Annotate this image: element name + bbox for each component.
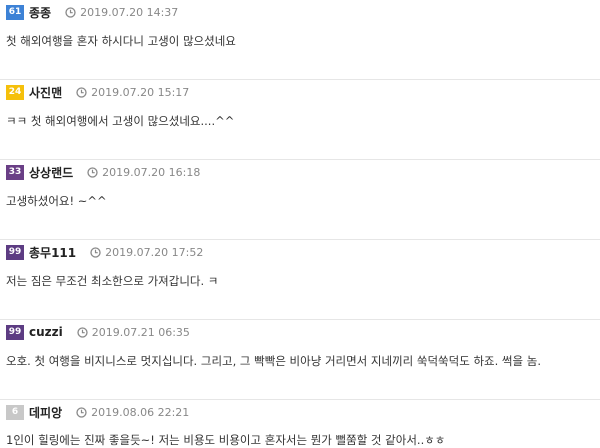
comment-date: 2019.07.20 16:18 [102, 165, 201, 179]
comment-text: 저는 짐은 무조건 최소한으로 가져갑니다. ㅋ [6, 274, 219, 288]
comment-date: 2019.07.20 17:52 [105, 245, 204, 259]
comment-list: 61 종종 2019.07.20 14:37 첫 해외여행을 혼자 하시다니 고… [0, 0, 600, 447]
nickname[interactable]: cuzzi [29, 325, 63, 339]
comment-text: 오호. 첫 여행을 비지니스로 멋지십니다. 그리고, 그 빡빡은 비아냥 거리… [6, 354, 541, 368]
nickname[interactable]: 종종 [29, 4, 51, 21]
level-badge: 24 [6, 84, 24, 100]
comment-item: 33 상상랜드 2019.07.20 16:18 고생하셨어요! ~^^ [0, 160, 600, 240]
nickname[interactable]: 상상랜드 [29, 164, 73, 181]
comment-text: 고생하셨어요! ~^^ [6, 194, 107, 208]
comment-date: 2019.07.20 15:17 [91, 85, 190, 99]
level-badge: 33 [6, 164, 24, 180]
clock-icon [90, 246, 101, 258]
comment-date: 2019.07.21 06:35 [91, 325, 190, 339]
comment-date: 2019.07.20 14:37 [80, 5, 179, 19]
nickname[interactable]: 사진맨 [29, 84, 62, 101]
comment-meta: 33 상상랜드 2019.07.20 16:18 [6, 164, 200, 180]
comment-text: ㅋㅋ 첫 해외여행에서 고생이 많으셨네요....^^ [6, 114, 235, 128]
comment-meta: 99 총무111 2019.07.20 17:52 [6, 244, 203, 260]
level-badge: 99 [6, 324, 24, 340]
comment-text: 1인이 힐링에는 진짜 좋을듯~! 저는 비용도 비용이고 혼자서는 뭔가 뻘쭘… [6, 433, 446, 447]
comment-item: 61 종종 2019.07.20 14:37 첫 해외여행을 혼자 하시다니 고… [0, 0, 600, 80]
nickname[interactable]: 데피앙 [29, 404, 62, 421]
nickname[interactable]: 총무111 [29, 244, 76, 261]
comment-meta: 61 종종 2019.07.20 14:37 [6, 4, 178, 20]
comment-meta: 24 사진맨 2019.07.20 15:17 [6, 84, 189, 100]
comment-item: 6 데피앙 2019.08.06 22:21 1인이 힐링에는 진짜 좋을듯~!… [0, 400, 600, 447]
clock-icon [77, 326, 88, 338]
level-badge: 99 [6, 244, 24, 260]
level-badge: 61 [6, 4, 24, 20]
clock-icon [87, 166, 98, 178]
clock-icon [76, 86, 87, 98]
comment-meta: 99 cuzzi 2019.07.21 06:35 [6, 324, 190, 340]
comment-item: 99 cuzzi 2019.07.21 06:35 오호. 첫 여행을 비지니스… [0, 320, 600, 400]
comment-meta: 6 데피앙 2019.08.06 22:21 [6, 404, 189, 420]
comment-item: 24 사진맨 2019.07.20 15:17 ㅋㅋ 첫 해외여행에서 고생이 … [0, 80, 600, 160]
clock-icon [65, 6, 76, 18]
clock-icon [76, 406, 87, 418]
comment-date: 2019.08.06 22:21 [91, 405, 190, 419]
comment-item: 99 총무111 2019.07.20 17:52 저는 짐은 무조건 최소한으… [0, 240, 600, 320]
comment-text: 첫 해외여행을 혼자 하시다니 고생이 많으셨네요 [6, 34, 236, 48]
level-badge: 6 [6, 404, 24, 420]
